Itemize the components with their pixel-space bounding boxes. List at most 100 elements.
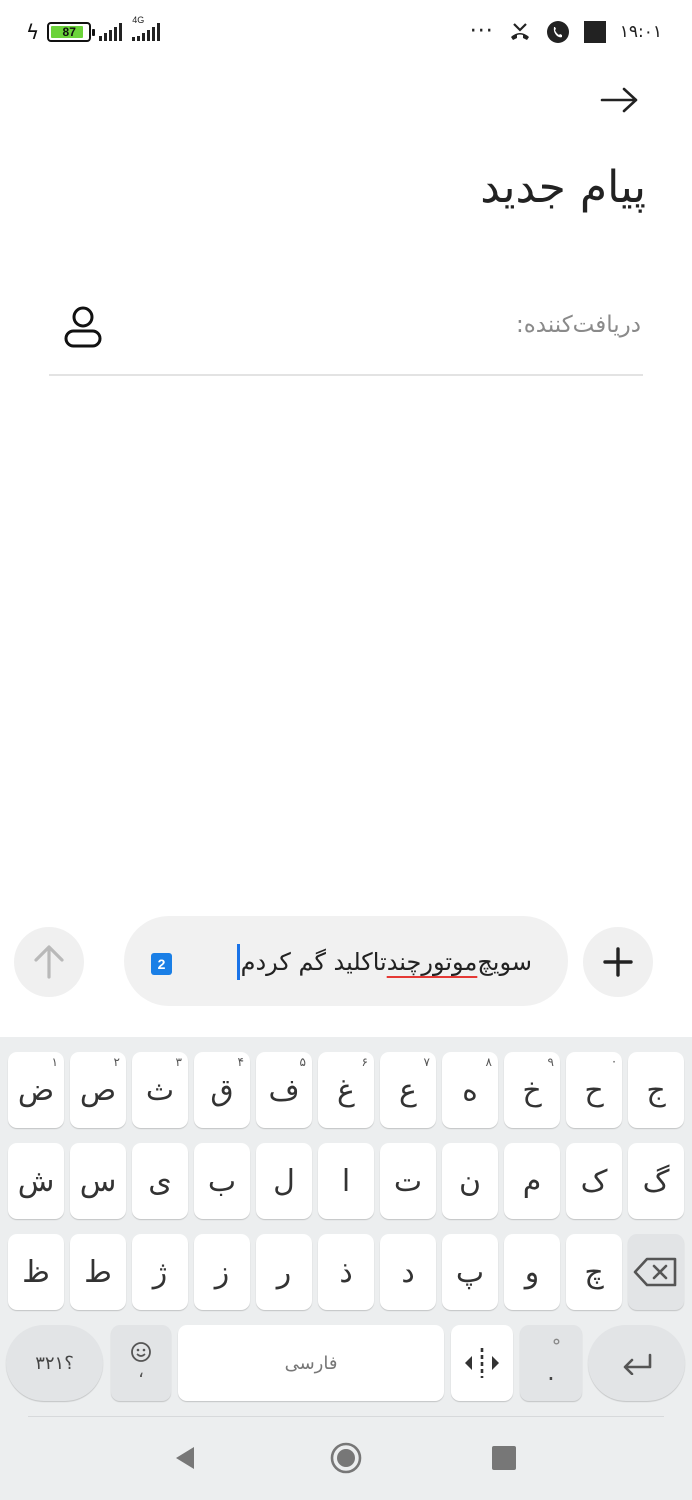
key[interactable]: ژ xyxy=(132,1234,188,1310)
more-notifications-indicator: ··· xyxy=(469,19,494,44)
key-label: ث xyxy=(145,1072,175,1108)
cursor-move-key[interactable] xyxy=(451,1325,513,1401)
key-hint: ۲ xyxy=(113,1055,120,1069)
key-hint: ۱ xyxy=(51,1055,58,1069)
key[interactable]: ز xyxy=(194,1234,250,1310)
key[interactable]: ت xyxy=(380,1143,436,1219)
battery-percent: 87 xyxy=(62,25,76,39)
key-hint: ۵ xyxy=(299,1055,306,1069)
key-label: غ xyxy=(337,1072,355,1108)
attach-button[interactable] xyxy=(583,927,653,997)
key[interactable]: ک xyxy=(566,1143,622,1219)
square-recents-icon[interactable] xyxy=(492,1446,516,1470)
key-label: ع xyxy=(399,1072,417,1108)
key-label: ص xyxy=(79,1072,117,1108)
emoji-key-sub: ، xyxy=(138,1361,144,1382)
plus-icon xyxy=(602,946,634,978)
key[interactable]: ع۷ xyxy=(380,1052,436,1128)
enter-key[interactable] xyxy=(588,1325,685,1401)
key[interactable]: ث۳ xyxy=(132,1052,188,1128)
key[interactable]: خ۹ xyxy=(504,1052,560,1128)
key-hint: ۶ xyxy=(361,1055,368,1069)
key-hint: · xyxy=(612,1055,616,1069)
key-label: ق xyxy=(210,1072,234,1108)
key[interactable]: گ xyxy=(628,1143,684,1219)
key[interactable]: ذ xyxy=(318,1234,374,1310)
notification-square-icon xyxy=(583,21,606,43)
key-hint: ۳ xyxy=(175,1055,182,1069)
signal-sim2-icon: 4G xyxy=(130,15,161,41)
smiley-icon xyxy=(130,1341,152,1363)
enter-return-icon xyxy=(620,1351,654,1375)
key[interactable]: غ۶ xyxy=(318,1052,374,1128)
key[interactable]: س xyxy=(70,1143,126,1219)
message-text-part2: تاکلید گم کردم xyxy=(240,948,387,976)
backspace-icon xyxy=(633,1256,679,1288)
status-right: ··· ۱۹:۰۱ xyxy=(470,18,662,46)
numbers-key[interactable]: ؟۳۲۱ xyxy=(6,1325,103,1401)
missed-call-icon xyxy=(508,21,532,43)
keyboard: ج ح · خ۹ ه۸ ع۷ غ۶ ف۵ ق۴ ث۳ ص۲ ض۱ گ ک م ن … xyxy=(0,1037,692,1500)
network-type: 4G xyxy=(132,15,145,25)
key[interactable]: ا xyxy=(318,1143,374,1219)
key-label: ف xyxy=(268,1072,300,1108)
key-hint: ۸ xyxy=(485,1055,492,1069)
message-input[interactable]: 2 سویچ موتورچند تاکلید گم کردم xyxy=(124,916,568,1006)
battery-icon: 87 xyxy=(47,22,96,42)
key-hint: ۷ xyxy=(423,1055,430,1069)
key[interactable]: ح · xyxy=(566,1052,622,1128)
sim-badge[interactable]: 2 xyxy=(151,953,172,975)
arrow-up-icon xyxy=(32,944,66,980)
key-label: ح xyxy=(584,1072,604,1108)
key[interactable]: ی xyxy=(132,1143,188,1219)
punctuation-key[interactable]: ْ . xyxy=(520,1325,582,1401)
key-label: ض xyxy=(17,1072,55,1108)
key[interactable]: ب xyxy=(194,1143,250,1219)
punct-bottom: . xyxy=(547,1358,555,1386)
key[interactable]: ض۱ xyxy=(8,1052,64,1128)
key[interactable]: ش xyxy=(8,1143,64,1219)
key-hint: ۴ xyxy=(237,1055,244,1069)
key[interactable]: ف۵ xyxy=(256,1052,312,1128)
key[interactable]: ن xyxy=(442,1143,498,1219)
recipient-field[interactable]: دریافت‌کننده: xyxy=(49,290,643,376)
key[interactable]: ه۸ xyxy=(442,1052,498,1128)
send-button[interactable] xyxy=(14,927,84,997)
backspace-key[interactable] xyxy=(628,1234,684,1310)
triangle-back-icon[interactable] xyxy=(170,1443,200,1473)
cursor-move-icon xyxy=(460,1346,504,1380)
message-text[interactable]: سویچ موتورچند تاکلید گم کردم xyxy=(236,944,532,980)
contact-person-icon[interactable] xyxy=(61,304,105,350)
arrow-right-icon[interactable] xyxy=(598,80,642,120)
text-cursor xyxy=(236,944,240,980)
key-label: ه xyxy=(462,1072,478,1108)
recipient-label: دریافت‌کننده: xyxy=(515,312,641,338)
key[interactable]: ر xyxy=(256,1234,312,1310)
key-label: ج xyxy=(646,1072,666,1108)
key[interactable]: ل xyxy=(256,1143,312,1219)
page-title: پیام جدید xyxy=(480,162,646,213)
status-bar: ϟ 87 4G ··· ۱۹:۰۱ xyxy=(0,0,692,64)
key[interactable]: ظ xyxy=(8,1234,64,1310)
signal-sim1-icon xyxy=(99,23,123,41)
viber-icon xyxy=(546,20,570,44)
key[interactable]: ط xyxy=(70,1234,126,1310)
space-key[interactable]: فارسی xyxy=(178,1325,444,1401)
key[interactable]: و xyxy=(504,1234,560,1310)
status-time: ۱۹:۰۱ xyxy=(619,22,662,42)
message-text-part1: سویچ xyxy=(477,948,532,976)
charging-bolt-icon: ϟ xyxy=(26,20,40,44)
key[interactable]: م xyxy=(504,1143,560,1219)
status-left: ϟ 87 4G xyxy=(26,15,161,46)
circle-home-icon[interactable] xyxy=(330,1442,362,1474)
misspelled-word[interactable]: موتورچند xyxy=(387,948,478,976)
keyboard-divider xyxy=(28,1416,664,1417)
emoji-key[interactable]: ، xyxy=(111,1325,171,1401)
key[interactable]: ص۲ xyxy=(70,1052,126,1128)
key[interactable]: چ xyxy=(566,1234,622,1310)
key[interactable]: ج xyxy=(628,1052,684,1128)
key[interactable]: د xyxy=(380,1234,436,1310)
key[interactable]: پ xyxy=(442,1234,498,1310)
key-label: خ xyxy=(522,1072,542,1108)
key[interactable]: ق۴ xyxy=(194,1052,250,1128)
